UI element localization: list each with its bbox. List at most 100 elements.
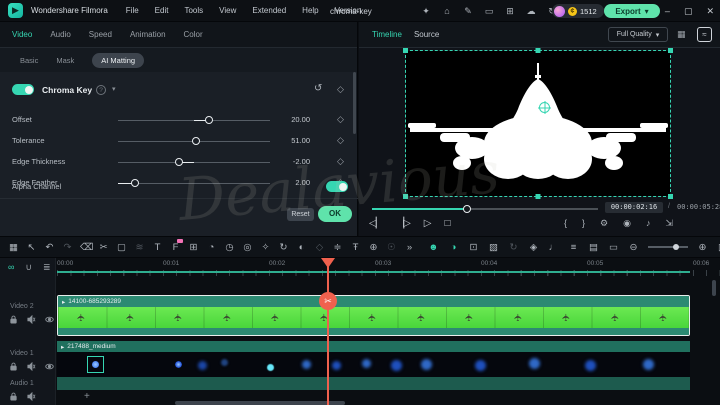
timeline-ruler[interactable]: 00:00 00:01 00:02 00:03 00:04 00:05 00:06: [57, 260, 720, 267]
slider-handle[interactable]: [205, 116, 214, 125]
link-icon[interactable]: ∞: [8, 262, 14, 273]
survey-icon[interactable]: ✎: [462, 6, 474, 17]
plugin-icon[interactable]: ⊕: [368, 242, 379, 253]
video-viewport[interactable]: [403, 48, 673, 199]
chroma-key-icon[interactable]: ◑: [448, 242, 459, 253]
reset-section-icon[interactable]: ↺: [314, 83, 322, 94]
stop-button[interactable]: □: [444, 218, 450, 229]
clip-video2[interactable]: ▸ 14100-685293289 ✈ ✈ ✈ ✈ ✈ ✈ ✈ ✈ ✈ ✈ ✈ ✈ ✈: [57, 295, 690, 336]
mute-icon[interactable]: [27, 315, 36, 324]
text-tool-icon[interactable]: T: [152, 242, 163, 253]
export-button[interactable]: Export ▾: [604, 4, 660, 18]
alpha-channel-toggle[interactable]: [326, 181, 348, 192]
playhead-scissors-icon[interactable]: ✂: [319, 292, 337, 310]
account-pill[interactable]: ¢ 1512: [552, 4, 604, 18]
selection-handle[interactable]: [668, 48, 673, 53]
reset-button[interactable]: Reset: [287, 208, 314, 221]
prev-frame-button[interactable]: ◁▏: [369, 218, 383, 229]
preview-tab[interactable]: Source: [414, 30, 439, 39]
shield-icon[interactable]: ◈: [528, 242, 539, 253]
volume-icon[interactable]: ♪: [646, 218, 651, 229]
panel-tab[interactable]: Speed: [89, 30, 112, 39]
split-icon[interactable]: ✂: [98, 242, 109, 253]
panel-tab[interactable]: Animation: [130, 30, 166, 39]
keyframe-icon[interactable]: ◇: [337, 135, 344, 146]
timeline-horizontal-scrollbar[interactable]: [175, 401, 345, 405]
clip-video1[interactable]: ▸ 217488_medium: [57, 341, 690, 390]
zoom-slider-handle[interactable]: [673, 244, 679, 250]
mark-in-icon[interactable]: {: [564, 218, 567, 229]
selection-handle[interactable]: [535, 194, 541, 199]
close-button[interactable]: ✕: [706, 6, 714, 17]
selection-handle[interactable]: [535, 48, 541, 53]
more-tools-icon[interactable]: »: [404, 242, 415, 253]
keyframe-icon[interactable]: ◇: [337, 156, 344, 167]
keyframe-icon[interactable]: ◇: [314, 242, 325, 253]
param-slider[interactable]: [118, 137, 270, 146]
media-grid-icon[interactable]: ▦: [8, 242, 19, 253]
image-icon[interactable]: ▧: [488, 242, 499, 253]
play-button[interactable]: ▷: [424, 218, 432, 229]
sparkle-icon[interactable]: ✧: [260, 242, 271, 253]
menu-item[interactable]: Extended: [252, 6, 286, 15]
audio-meter-icon[interactable]: ≡: [568, 242, 579, 253]
selection-handle[interactable]: [403, 48, 408, 53]
clock-icon[interactable]: ◷: [224, 242, 235, 253]
home-icon[interactable]: ⌂: [441, 6, 453, 16]
render-icon[interactable]: ↻: [508, 242, 519, 253]
chroma-key-toggle[interactable]: [12, 84, 34, 95]
add-track-button[interactable]: +: [84, 391, 90, 402]
zoom-in-icon[interactable]: ⊕: [697, 242, 708, 253]
ripple-edit-icon[interactable]: ≋: [134, 242, 145, 253]
lock-icon[interactable]: [9, 392, 18, 401]
chroma-caret-icon[interactable]: ▾: [112, 85, 116, 93]
undo-icon[interactable]: ↶: [44, 242, 55, 253]
menu-item[interactable]: Help: [302, 6, 318, 15]
lock-icon[interactable]: [9, 315, 18, 324]
scope-icon[interactable]: ≈: [697, 27, 712, 42]
ok-button[interactable]: OK: [318, 206, 352, 222]
keyframe-icon[interactable]: ◇: [337, 84, 344, 95]
timeline-zoom-slider[interactable]: [648, 244, 688, 250]
mute-icon[interactable]: [27, 392, 36, 401]
panel-subtab[interactable]: AI Matting: [92, 52, 145, 68]
panel-tab[interactable]: Video: [12, 30, 32, 39]
audio-mixer-icon[interactable]: ≑: [332, 242, 343, 253]
layout-grid-icon[interactable]: ▦: [677, 29, 686, 40]
seek-handle[interactable]: [462, 205, 471, 213]
cloud-upload-icon[interactable]: ☁: [525, 6, 537, 17]
render-preview-icon[interactable]: ↻: [278, 242, 289, 253]
panel-subtab[interactable]: Basic: [20, 56, 38, 65]
playhead[interactable]: [327, 258, 329, 405]
device-icon[interactable]: ▭: [483, 6, 495, 17]
menu-item[interactable]: Tools: [184, 6, 203, 15]
slider-handle[interactable]: [174, 158, 183, 167]
person-icon[interactable]: ☉: [386, 242, 397, 253]
speed-icon[interactable]: ◔: [206, 242, 217, 253]
render-settings-icon[interactable]: ⚙: [600, 218, 608, 229]
ai-portrait-icon[interactable]: ☻: [428, 242, 439, 253]
selection-handle[interactable]: [668, 194, 673, 199]
delete-icon[interactable]: ⌫: [80, 242, 93, 253]
next-frame-button[interactable]: ▕▷: [396, 218, 410, 229]
panel-subtab[interactable]: Mask: [56, 56, 74, 65]
param-slider[interactable]: [118, 116, 270, 125]
keyframe-icon[interactable]: ◇: [337, 114, 344, 125]
fullscreen-icon[interactable]: ⇲: [665, 218, 673, 229]
select-tool-icon[interactable]: ↖: [26, 242, 37, 253]
crop-icon[interactable]: ▢: [116, 242, 127, 253]
snapshot-icon[interactable]: ◉: [623, 218, 631, 229]
magnet-icon[interactable]: ∪: [25, 262, 32, 273]
menu-item[interactable]: Edit: [155, 6, 169, 15]
slider-handle[interactable]: [191, 137, 200, 146]
panel-tab[interactable]: Color: [184, 30, 203, 39]
quality-dropdown[interactable]: Full Quality ▾: [608, 27, 668, 42]
lock-icon[interactable]: [9, 362, 18, 371]
overlay-icon[interactable]: ⊞: [188, 242, 199, 253]
playhead-head[interactable]: [321, 258, 335, 268]
effects-icon[interactable]: F: [170, 238, 183, 253]
seek-bar[interactable]: [372, 205, 598, 213]
minimize-button[interactable]: –: [665, 6, 670, 16]
mask-icon[interactable]: ◐: [296, 242, 307, 253]
transform-center-icon[interactable]: [539, 102, 550, 113]
